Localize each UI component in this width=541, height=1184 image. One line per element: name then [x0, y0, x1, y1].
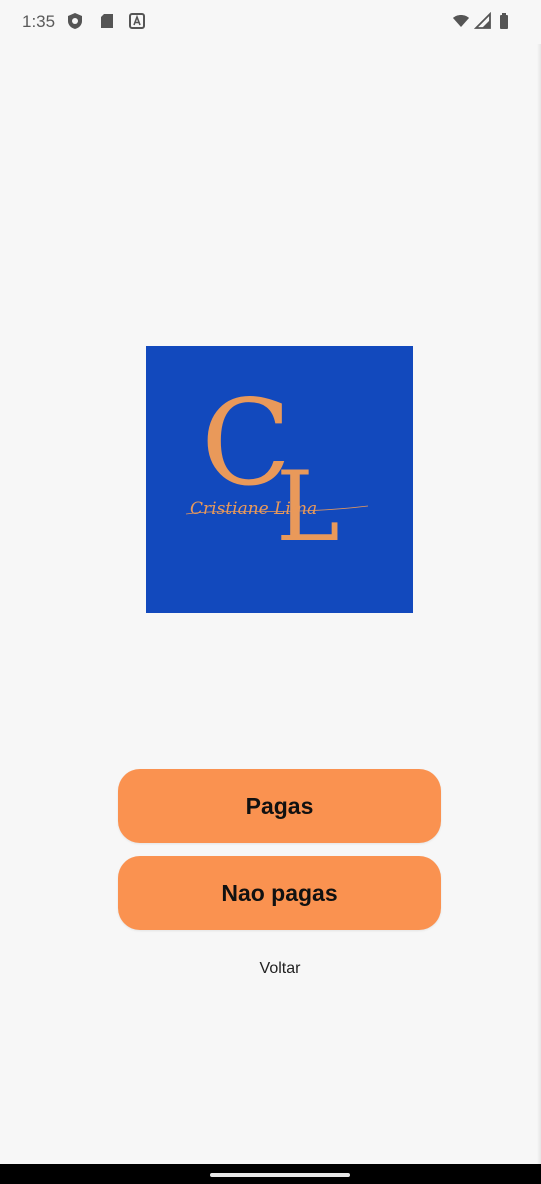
wifi-icon: [452, 12, 470, 30]
home-indicator[interactable]: [210, 1173, 350, 1177]
voltar-link[interactable]: Voltar: [0, 960, 541, 978]
status-time: 1:35: [22, 12, 56, 31]
shield-icon: [66, 12, 84, 30]
logo-script-name: Cristiane Lima: [190, 499, 317, 519]
navigation-bar: [0, 1164, 541, 1184]
status-bar: 1:35: [0, 0, 541, 44]
brand-logo: C L Cristiane Lima MODA FASHION: [146, 346, 413, 920]
screen: 1:35 C L Cristiane Lima Pagas Nao pagas …: [0, 0, 541, 1184]
battery-icon: [498, 12, 510, 30]
sd-card-icon: [98, 12, 116, 30]
logo-graphic: C L Cristiane Lima: [185, 374, 369, 563]
pagas-button[interactable]: Pagas: [118, 769, 441, 843]
scroll-edge: [537, 44, 541, 1164]
a-box-icon: [128, 12, 146, 30]
nao-pagas-button[interactable]: Nao pagas: [118, 856, 441, 930]
signal-icon: [473, 11, 492, 30]
